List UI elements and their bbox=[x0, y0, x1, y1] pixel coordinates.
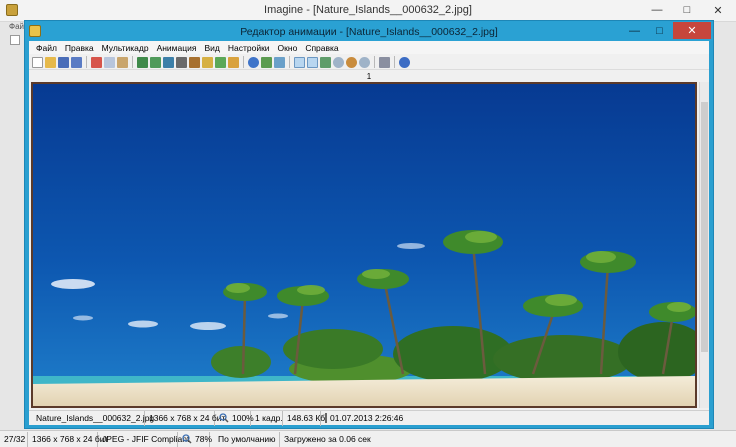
menu-multiframe[interactable]: Мультикадр bbox=[98, 43, 153, 53]
status-main-zoom: 78% bbox=[178, 431, 212, 447]
new-icon[interactable] bbox=[32, 56, 43, 68]
zoom-icon bbox=[182, 434, 192, 444]
minimize-button[interactable]: — bbox=[643, 0, 671, 20]
new-icon[interactable] bbox=[10, 35, 20, 45]
view-mode-2-icon[interactable] bbox=[294, 56, 305, 68]
open-icon[interactable] bbox=[45, 56, 56, 68]
add-frame-icon[interactable] bbox=[137, 56, 148, 68]
frame-palette-icon[interactable] bbox=[215, 56, 226, 68]
toolbar-separator bbox=[243, 56, 244, 68]
status-size: 148.63 Кб bbox=[283, 410, 325, 426]
maximize-button[interactable]: □ bbox=[673, 0, 701, 20]
viewport-vertical-scrollbar[interactable] bbox=[699, 82, 709, 408]
editor-window-title: Редактор анимации - [Nature_Islands__000… bbox=[240, 26, 498, 38]
toolbar-separator bbox=[86, 56, 87, 68]
status-format: JPEG - JFIF Compliant bbox=[98, 431, 189, 447]
toolbar-separator bbox=[289, 56, 290, 68]
menu-help[interactable]: Справка bbox=[301, 43, 342, 53]
status-zoom: 100% bbox=[215, 410, 254, 426]
animation-editor-window: Редактор анимации - [Nature_Islands__000… bbox=[24, 20, 714, 429]
editor-maximize-button[interactable]: □ bbox=[647, 22, 672, 39]
status-filename: Nature_Islands__000632_2.jpg bbox=[29, 410, 154, 426]
editor-title-bar: Редактор анимации - [Nature_Islands__000… bbox=[25, 21, 713, 41]
status-frames: 1 кадр. bbox=[251, 410, 283, 426]
view-mode-3-icon[interactable] bbox=[307, 56, 318, 68]
help-icon[interactable] bbox=[399, 56, 410, 68]
zoom-icon bbox=[219, 413, 229, 423]
imagine-main-window: Imagine - [Nature_Islands__000632_2.jpg]… bbox=[0, 0, 736, 447]
cut-icon[interactable] bbox=[91, 56, 102, 68]
settings-icon[interactable] bbox=[379, 56, 390, 68]
status-main-dimensions: 1366 x 768 x 24 бит bbox=[28, 431, 108, 447]
main-window-title: Imagine - [Nature_Islands__000632_2.jpg] bbox=[264, 4, 472, 16]
editor-body: Файл Правка Мультикадр Анимация Вид Наст… bbox=[29, 41, 709, 426]
editor-close-button[interactable]: ✕ bbox=[673, 22, 711, 39]
view-mode-1-icon[interactable] bbox=[274, 56, 285, 68]
editor-toolbar bbox=[29, 55, 709, 70]
export-icon[interactable] bbox=[261, 56, 272, 68]
frame-properties-icon[interactable] bbox=[202, 56, 213, 68]
image-viewport[interactable] bbox=[31, 82, 697, 408]
delete-frame-icon[interactable] bbox=[176, 56, 187, 68]
status-dimensions: 1366 x 768 x 24 бит bbox=[145, 410, 225, 426]
menu-settings[interactable]: Настройки bbox=[224, 43, 274, 53]
insert-frame-icon[interactable] bbox=[150, 56, 161, 68]
menu-window[interactable]: Окно bbox=[274, 43, 302, 53]
save-icon[interactable] bbox=[58, 56, 69, 68]
status-mode: По умолчанию bbox=[210, 431, 280, 447]
island-photo bbox=[33, 84, 695, 406]
menu-animation[interactable]: Анимация bbox=[153, 43, 201, 53]
status-date: 01.07.2013 2:26:46 bbox=[321, 411, 403, 426]
zoom-fit-icon[interactable] bbox=[320, 56, 331, 68]
zoom-actual-icon[interactable] bbox=[359, 56, 370, 68]
status-load-time: Загружено за 0.06 сек bbox=[284, 434, 371, 444]
main-title-bar: Imagine - [Nature_Islands__000632_2.jpg]… bbox=[0, 0, 736, 22]
close-button[interactable]: ✕ bbox=[703, 0, 733, 20]
toolbar-separator bbox=[132, 56, 133, 68]
edit-frame-icon[interactable] bbox=[189, 56, 200, 68]
menu-view[interactable]: Вид bbox=[200, 43, 223, 53]
copy-icon[interactable] bbox=[104, 56, 115, 68]
main-status-bar: 27/32 1366 x 768 x 24 бит JPEG - JFIF Co… bbox=[0, 430, 736, 447]
image-icon[interactable] bbox=[228, 56, 239, 68]
paste-icon[interactable] bbox=[117, 56, 128, 68]
save-as-icon[interactable] bbox=[71, 56, 82, 68]
play-icon[interactable] bbox=[248, 56, 259, 68]
editor-status-bar: Nature_Islands__000632_2.jpg 1366 x 768 … bbox=[29, 410, 709, 426]
calendar-icon bbox=[325, 413, 327, 423]
menu-file[interactable]: Файл bbox=[32, 43, 61, 53]
editor-menu-bar: Файл Правка Мультикадр Анимация Вид Наст… bbox=[29, 41, 709, 54]
status-image-index: 27/32 bbox=[0, 431, 28, 447]
toolbar-separator bbox=[394, 56, 395, 68]
menu-edit[interactable]: Правка bbox=[61, 43, 98, 53]
editor-minimize-button[interactable]: — bbox=[622, 22, 647, 39]
zoom-out-icon[interactable] bbox=[346, 56, 357, 68]
toolbar-separator bbox=[374, 56, 375, 68]
scrollbar-thumb[interactable] bbox=[701, 102, 708, 352]
frame-number: 1 bbox=[366, 72, 372, 81]
zoom-in-icon[interactable] bbox=[333, 56, 344, 68]
duplicate-frame-icon[interactable] bbox=[163, 56, 174, 68]
